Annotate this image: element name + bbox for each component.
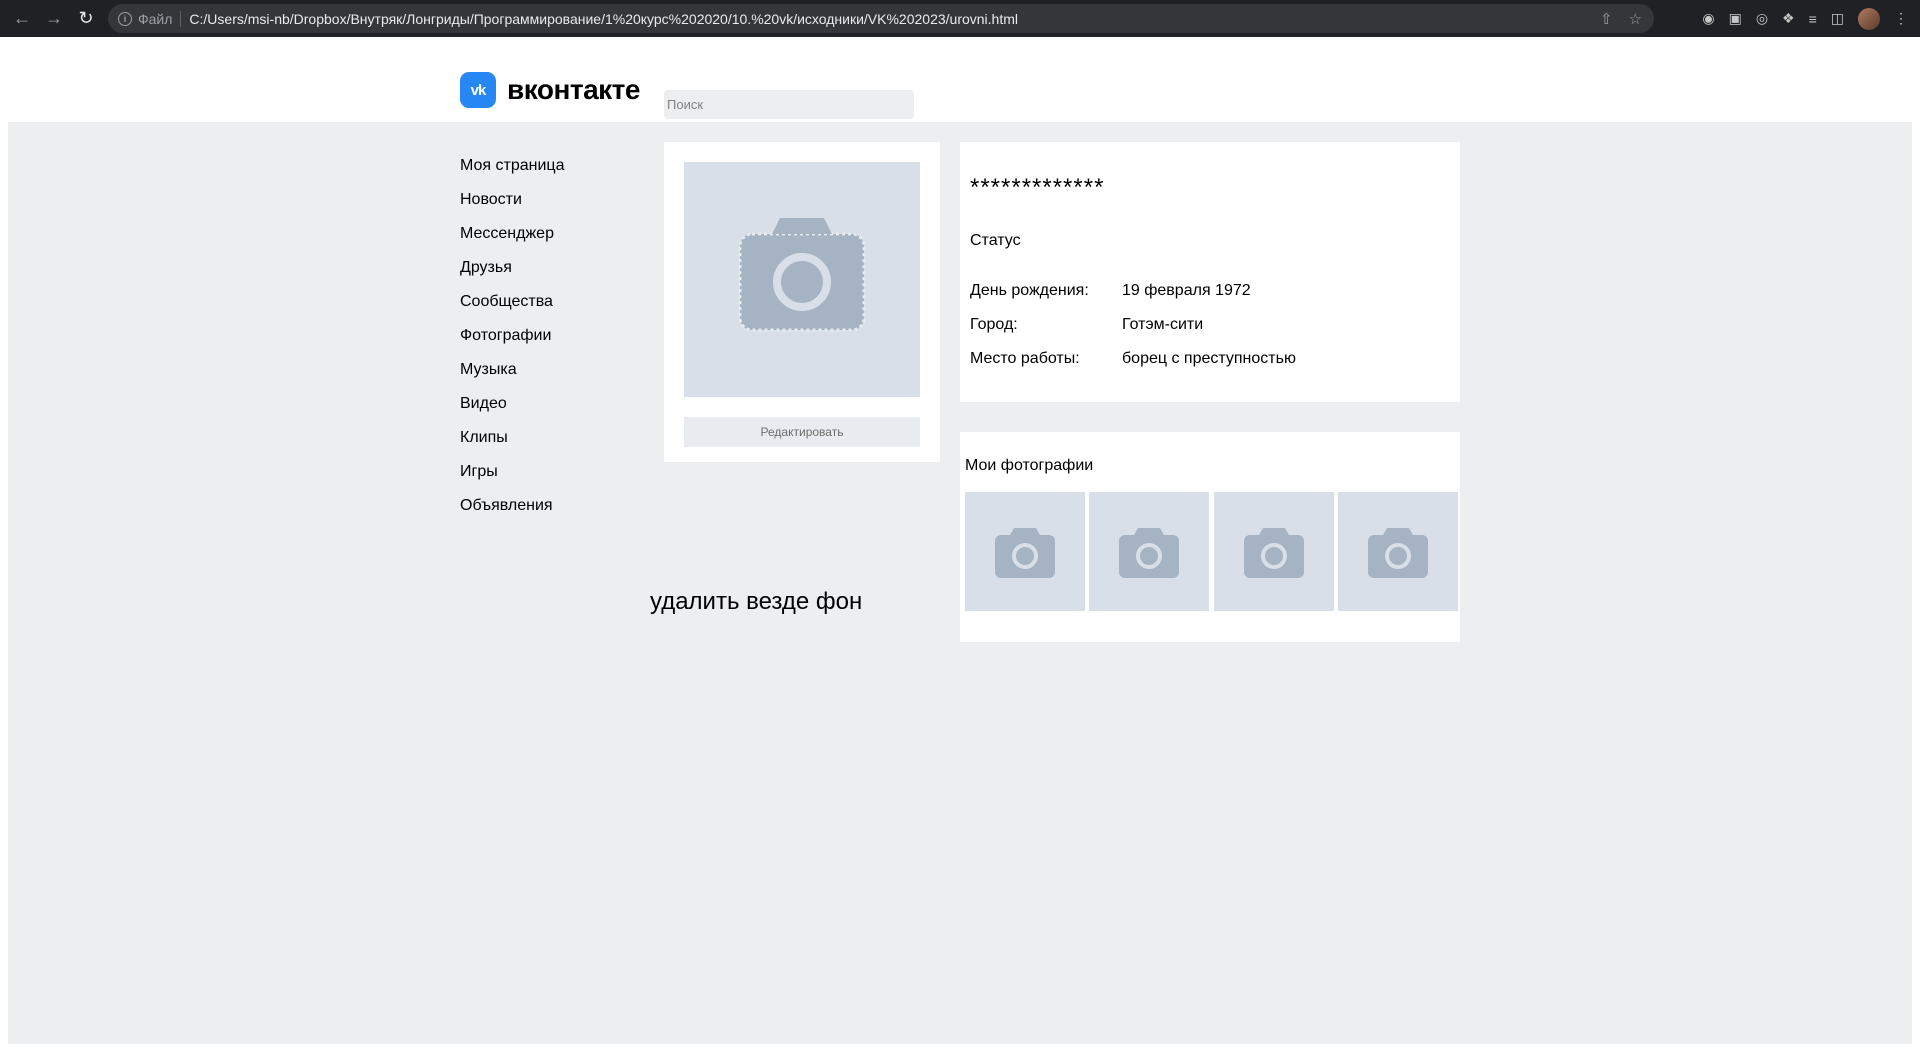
site-header: vk вконтакте: [8, 41, 1912, 122]
photo-thumb[interactable]: [1214, 492, 1334, 611]
sidebar-item-ads[interactable]: Объявления: [460, 497, 564, 531]
forward-icon[interactable]: →: [38, 2, 70, 34]
annotation-note: удалить везде фон: [650, 588, 863, 615]
share-icon[interactable]: ⇧: [1600, 10, 1613, 28]
profile-name: *************: [970, 174, 1105, 201]
camera-icon: [1119, 528, 1179, 578]
camera-icon: [1244, 528, 1304, 578]
sidebar-item-communities[interactable]: Сообщества: [460, 293, 564, 327]
puzzle-extensions-icon[interactable]: ❖: [1782, 10, 1795, 27]
search-input[interactable]: [664, 90, 914, 119]
camera-icon: [995, 528, 1055, 578]
sidebar-item-messenger[interactable]: Мессенджер: [460, 225, 564, 259]
target-extension-icon[interactable]: ◎: [1756, 10, 1768, 27]
url-text[interactable]: C:/Users/msi-nb/Dropbox/Внутряк/Лонгриды…: [189, 11, 1018, 27]
photo-thumb[interactable]: [965, 492, 1085, 611]
info-row-birthday: День рождения: 19 февраля 1972: [970, 282, 1251, 300]
page: vk вконтакте Моя страница Новости Мессен…: [8, 41, 1912, 1044]
profile-avatar[interactable]: [1858, 7, 1880, 30]
back-icon[interactable]: ←: [6, 2, 38, 34]
browser-toolbar: ← → ↻ i Файл C:/Users/msi-nb/Dropbox/Вну…: [0, 0, 1920, 40]
main-content: Моя страница Новости Мессенджер Друзья С…: [8, 122, 1912, 1044]
address-bar[interactable]: i Файл C:/Users/msi-nb/Dropbox/Внутряк/Л…: [108, 4, 1654, 33]
menu-kebab-icon[interactable]: ⋮: [1894, 10, 1908, 27]
sidebar-item-clips[interactable]: Клипы: [460, 429, 564, 463]
omnibox-separator: [180, 10, 182, 27]
extensions-area: ◉ ▣ ◎ ❖ ≡ ◫ ⋮: [1702, 4, 1908, 33]
camera-extension-icon[interactable]: ◉: [1702, 10, 1714, 27]
info-key: День рождения:: [970, 282, 1089, 299]
edit-profile-button[interactable]: Редактировать: [684, 417, 920, 447]
image-extension-icon[interactable]: ▣: [1729, 10, 1742, 27]
vk-logo[interactable]: vk вконтакте: [460, 72, 640, 108]
profile-info-card: ************* Статус День рождения: 19 ф…: [960, 142, 1460, 402]
sidebar-nav: Моя страница Новости Мессенджер Друзья С…: [460, 157, 564, 531]
info-row-city: Город: Готэм-сити: [970, 316, 1203, 334]
profile-status[interactable]: Статус: [970, 232, 1021, 250]
sidebar-item-my-page[interactable]: Моя страница: [460, 157, 564, 191]
photos-card: Мои фотографии: [960, 432, 1460, 642]
avatar-card: Редактировать: [664, 142, 940, 462]
info-key: Место работы:: [970, 350, 1080, 367]
info-value: борец с преступностью: [1122, 350, 1296, 367]
reload-icon[interactable]: ↻: [70, 2, 102, 34]
sidebar-item-news[interactable]: Новости: [460, 191, 564, 225]
reading-list-icon[interactable]: ≡: [1809, 11, 1817, 27]
camera-icon: [738, 218, 866, 332]
sidebar-item-games[interactable]: Игры: [460, 463, 564, 497]
logo-text: вконтакте: [507, 74, 640, 105]
sidebar-item-music[interactable]: Музыка: [460, 361, 564, 395]
info-row-work: Место работы: борец с преступностью: [970, 350, 1296, 368]
sidebar-item-photos[interactable]: Фотографии: [460, 327, 564, 361]
info-value: Готэм-сити: [1122, 316, 1204, 333]
side-panel-icon[interactable]: ◫: [1831, 10, 1844, 27]
file-label: Файл: [138, 10, 173, 27]
camera-icon: [1368, 528, 1428, 578]
sidebar-item-video[interactable]: Видео: [460, 395, 564, 429]
info-icon[interactable]: i: [118, 11, 132, 26]
photos-title[interactable]: Мои фотографии: [965, 457, 1093, 475]
profile-photo[interactable]: [684, 162, 920, 397]
bookmark-star-icon[interactable]: ☆: [1629, 10, 1642, 28]
info-key: Город:: [970, 316, 1018, 333]
sidebar-item-friends[interactable]: Друзья: [460, 259, 564, 293]
info-value: 19 февраля 1972: [1122, 282, 1251, 299]
photo-thumb[interactable]: [1089, 492, 1209, 611]
page-top-divider: [0, 37, 1920, 40]
vk-logo-icon: vk: [460, 72, 496, 108]
photo-thumb[interactable]: [1338, 492, 1458, 611]
